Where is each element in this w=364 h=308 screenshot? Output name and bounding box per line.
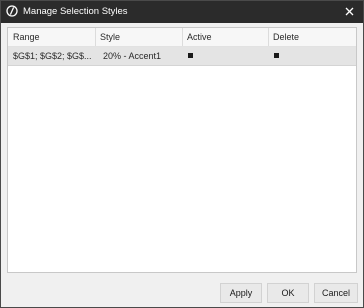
app-logo-icon xyxy=(6,5,18,17)
ok-button[interactable]: OK xyxy=(267,283,309,303)
dialog-window: Manage Selection Styles Range Style Acti… xyxy=(0,0,364,308)
grid-header: Range Style Active Delete xyxy=(8,28,356,47)
apply-button[interactable]: Apply xyxy=(220,283,262,303)
column-divider[interactable] xyxy=(268,28,269,46)
column-header-range[interactable]: Range xyxy=(13,32,40,42)
table-row[interactable]: $G$1; $G$2; $G$... 20% - Accent1 xyxy=(8,47,356,66)
active-checkbox[interactable] xyxy=(188,53,193,58)
column-divider[interactable] xyxy=(95,28,96,46)
column-divider[interactable] xyxy=(182,28,183,46)
range-cell[interactable]: $G$1; $G$2; $G$... xyxy=(13,51,92,61)
selection-styles-grid[interactable]: Range Style Active Delete $G$1; $G$2; $G… xyxy=(7,27,357,273)
delete-checkbox[interactable] xyxy=(274,53,279,58)
title-bar[interactable]: Manage Selection Styles xyxy=(1,1,363,23)
column-header-delete[interactable]: Delete xyxy=(273,32,299,42)
cancel-button[interactable]: Cancel xyxy=(314,283,358,303)
close-button[interactable] xyxy=(335,1,363,23)
dialog-title: Manage Selection Styles xyxy=(23,6,128,17)
column-header-active[interactable]: Active xyxy=(187,32,212,42)
column-header-style[interactable]: Style xyxy=(100,32,120,42)
style-cell[interactable]: 20% - Accent1 xyxy=(103,51,161,61)
close-icon xyxy=(345,7,354,18)
